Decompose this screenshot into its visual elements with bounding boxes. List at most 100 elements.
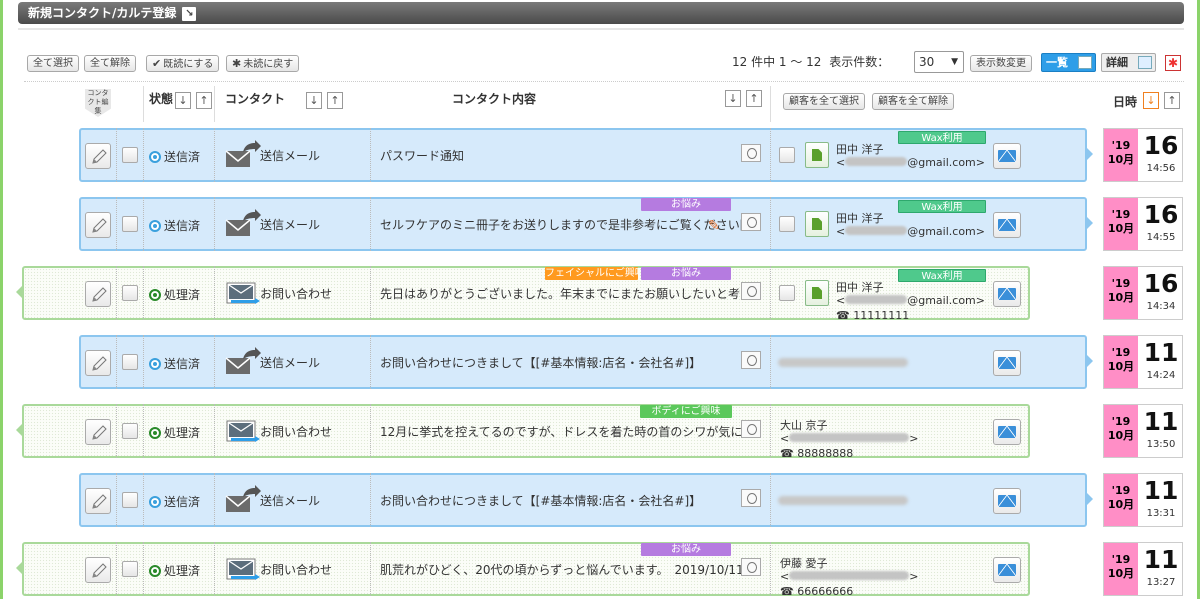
day: 11 bbox=[1143, 338, 1179, 367]
contact-header: コンタクト bbox=[225, 92, 286, 106]
contact-row[interactable]: 送信済 送信メール セルフケアのミニ冊子をお送りしますので是非参考にご覧ください[[… bbox=[0, 197, 1200, 252]
year-month: '19 10月 bbox=[1104, 405, 1138, 457]
row-checkbox[interactable] bbox=[122, 423, 138, 439]
page-title-bar: 新規コンタクト/カルテ登録 ↘ bbox=[18, 2, 1184, 24]
edit-contact-button[interactable] bbox=[85, 143, 111, 169]
mark-unread-button[interactable]: ✱ 未読に戻す bbox=[226, 55, 300, 72]
customer-phone: ☎ 66666666 bbox=[780, 585, 854, 598]
edit-contact-button[interactable] bbox=[85, 212, 111, 238]
dropdown-arrow-icon: ▼ bbox=[951, 57, 958, 67]
time: 13:50 bbox=[1146, 439, 1176, 450]
change-count-button[interactable]: 表示数変更 bbox=[970, 55, 1032, 72]
contact-type-label: 送信メール bbox=[260, 218, 321, 232]
send-mail-button[interactable] bbox=[993, 350, 1021, 376]
send-mail-button[interactable] bbox=[993, 143, 1021, 169]
row-checkbox[interactable] bbox=[122, 561, 138, 577]
contact-sort-asc[interactable]: ↑ bbox=[327, 92, 343, 109]
clear-all-button[interactable]: 全て解除 bbox=[84, 55, 136, 72]
preview-icon[interactable] bbox=[741, 489, 761, 507]
row-checkbox[interactable] bbox=[122, 285, 138, 301]
status-sort-desc[interactable]: ↓ bbox=[175, 92, 191, 109]
customer-name[interactable]: 田中 洋子 bbox=[836, 279, 884, 295]
customer-name[interactable]: 大山 京子 bbox=[780, 417, 828, 433]
mark-unread-label: 未読に戻す bbox=[243, 59, 294, 70]
contact-content[interactable]: セルフケアのミニ冊子をお送りしますので是非参考にご覧ください[[#基本情 bbox=[380, 216, 742, 233]
column-separator bbox=[370, 197, 371, 251]
row-checkbox[interactable] bbox=[122, 216, 138, 232]
content-sort-desc[interactable]: ↓ bbox=[725, 90, 741, 107]
column-separator bbox=[214, 128, 215, 182]
status-sort-asc[interactable]: ↑ bbox=[196, 92, 212, 109]
display-count-select[interactable]: 30 ▼ bbox=[914, 51, 964, 73]
column-separator bbox=[370, 266, 371, 320]
customer-name[interactable]: 田中 洋子 bbox=[836, 210, 884, 226]
contact-row[interactable]: 送信済 送信メール お問い合わせにつきまして【[#基本情報:店名・会社名#]】 '19… bbox=[0, 335, 1200, 390]
edit-contact-button[interactable] bbox=[85, 488, 111, 514]
karte-folder-icon[interactable] bbox=[805, 280, 829, 306]
customer-name[interactable]: 伊藤 愛子 bbox=[780, 555, 828, 571]
contact-content[interactable]: 肌荒れがひどく、20代の頃からずっと悩んでいます。 2019/10/11 13:… bbox=[380, 561, 742, 578]
preview-icon[interactable] bbox=[741, 282, 761, 300]
preview-icon[interactable] bbox=[741, 558, 761, 576]
send-mail-button[interactable] bbox=[993, 419, 1021, 445]
edit-contact-button[interactable] bbox=[85, 350, 111, 376]
status-cell: 処理済 bbox=[149, 562, 200, 579]
edit-contact-button[interactable] bbox=[85, 557, 111, 583]
contact-row[interactable]: 送信済 送信メール お問い合わせにつきまして【[#基本情報:店名・会社名#]】 '19… bbox=[0, 473, 1200, 528]
contact-row[interactable]: 処理済 お問い合わせ 12月に挙式を控えてるのですが、ドレスを着た時の首のシワが気に… bbox=[0, 404, 1200, 460]
mark-read-button[interactable]: ✔ 既読にする bbox=[146, 55, 220, 72]
close-icon[interactable]: ✱ bbox=[1165, 55, 1181, 71]
column-separator bbox=[116, 197, 117, 251]
preview-icon[interactable] bbox=[741, 213, 761, 231]
contact-content[interactable]: お問い合わせにつきまして【[#基本情報:店名・会社名#]】 bbox=[380, 354, 742, 371]
karte-folder-icon[interactable] bbox=[805, 211, 829, 237]
column-separator bbox=[214, 197, 215, 251]
contact-content[interactable]: お問い合わせにつきまして【[#基本情報:店名・会社名#]】 bbox=[380, 492, 742, 509]
preview-icon[interactable] bbox=[741, 420, 761, 438]
detail-view-button[interactable]: 詳細 bbox=[1101, 53, 1156, 72]
column-separator bbox=[770, 128, 771, 182]
content-sort-asc[interactable]: ↑ bbox=[746, 90, 762, 107]
redacted-email-local bbox=[789, 433, 910, 442]
send-mail-button[interactable] bbox=[993, 212, 1021, 238]
preview-icon[interactable] bbox=[741, 144, 761, 162]
select-all-button[interactable]: 全て選択 bbox=[27, 55, 79, 72]
send-mail-button[interactable] bbox=[993, 488, 1021, 514]
contact-content[interactable]: 12月に挙式を控えてるのですが、ドレスを着た時の首のシワが気になります bbox=[380, 423, 742, 440]
contact-content[interactable]: パスワード通知 bbox=[380, 147, 742, 164]
datetime-sort-asc[interactable]: ↑ bbox=[1164, 92, 1180, 109]
list-view-button[interactable]: 一覧 bbox=[1041, 53, 1096, 72]
karte-folder-icon[interactable] bbox=[805, 142, 829, 168]
customer-checkbox[interactable] bbox=[779, 147, 795, 163]
customer-checkbox[interactable] bbox=[779, 216, 795, 232]
edit-contact-button[interactable] bbox=[85, 419, 111, 445]
title-underline bbox=[18, 28, 1184, 30]
edit-contact-button[interactable] bbox=[85, 281, 111, 307]
datetime-cell: '19 10月 11 13:27 bbox=[1103, 542, 1183, 596]
contact-content[interactable]: 先日はありがとうございました。年末までにまたお願いしたいと考えています bbox=[380, 285, 742, 302]
list-view-label: 一覧 bbox=[1046, 56, 1068, 69]
datetime-sort-desc[interactable]: ↓ bbox=[1143, 92, 1159, 109]
clear-all-customers-button[interactable]: 顧客を全て解除 bbox=[872, 93, 954, 110]
column-separator bbox=[143, 404, 144, 458]
status-icon bbox=[149, 358, 161, 370]
row-pointer-icon bbox=[16, 562, 22, 574]
send-mail-button[interactable] bbox=[993, 557, 1021, 583]
customer-checkbox[interactable] bbox=[779, 285, 795, 301]
contact-row[interactable]: 送信済 送信メール パスワード通知 田中 洋子 < @gmail.com> Wax利用 '19… bbox=[0, 128, 1200, 183]
preview-icon[interactable] bbox=[741, 351, 761, 369]
select-all-customers-button[interactable]: 顧客を全て選択 bbox=[783, 93, 865, 110]
status-cell: 処理済 bbox=[149, 424, 200, 441]
contact-row[interactable]: 処理済 お問い合わせ 先日はありがとうございました。年末までにまたお願いしたいと考え… bbox=[0, 266, 1200, 322]
row-checkbox[interactable] bbox=[122, 147, 138, 163]
customer-name[interactable]: 田中 洋子 bbox=[836, 141, 884, 157]
row-checkbox[interactable] bbox=[122, 492, 138, 508]
row-checkbox[interactable] bbox=[122, 354, 138, 370]
contact-sort-desc[interactable]: ↓ bbox=[306, 92, 322, 109]
external-link-icon[interactable]: ↘ bbox=[182, 6, 197, 21]
contact-type-label: お問い合わせ bbox=[260, 563, 333, 577]
contact-type-label: 送信メール bbox=[260, 149, 321, 163]
column-separator bbox=[116, 473, 117, 527]
contact-row[interactable]: 処理済 お問い合わせ 肌荒れがひどく、20代の頃からずっと悩んでいます。 2019/… bbox=[0, 542, 1200, 598]
send-mail-button[interactable] bbox=[993, 281, 1021, 307]
